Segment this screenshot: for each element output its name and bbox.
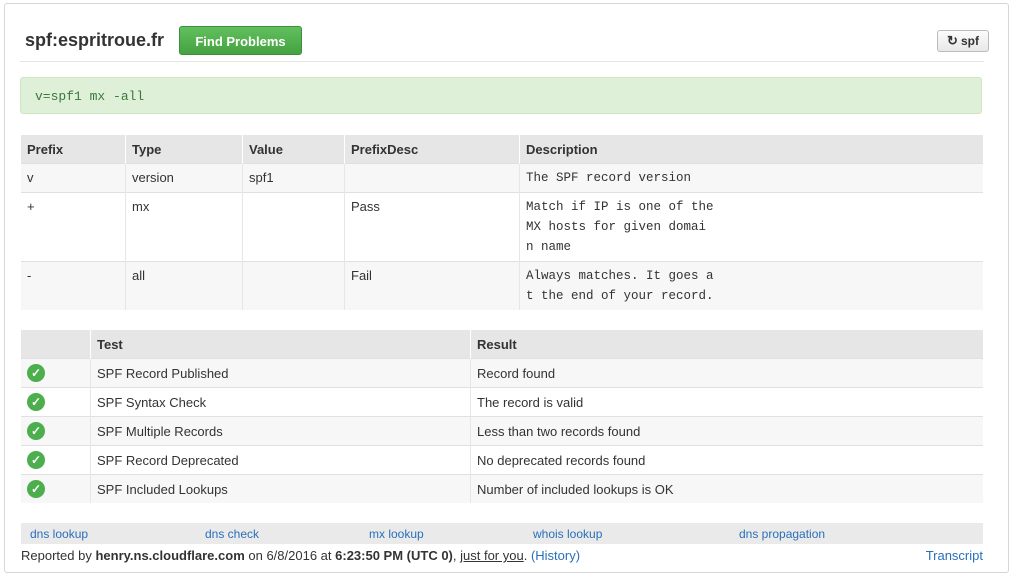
description-cell: Match if IP is one of the MX hosts for g… (519, 192, 983, 262)
divider (20, 61, 984, 62)
description-line: MX hosts for given domai (526, 220, 707, 234)
test-cell: SPF Record Published (90, 358, 471, 388)
column-header: Test (90, 330, 471, 359)
test-cell: SPF Record Deprecated (90, 445, 471, 475)
prefix-cell: + (21, 192, 126, 262)
type-cell: mx (125, 192, 243, 262)
report-date-text: on 6/8/2016 at (248, 548, 332, 563)
column-header: Description (519, 135, 983, 164)
value-cell: spf1 (242, 163, 345, 193)
status-cell: ✓ (21, 387, 91, 417)
table-row: - all Fail Always matches. It goes a t t… (21, 261, 983, 310)
test-cell: SPF Multiple Records (90, 416, 471, 446)
column-header: Result (470, 330, 983, 359)
table-row: + mx Pass Match if IP is one of the MX h… (21, 192, 983, 262)
spf-record-box: v=spf1 mx -all (20, 77, 982, 114)
description-cell: Always matches. It goes a t the end of y… (519, 261, 983, 310)
table-row: ✓ SPF Included Lookups Number of include… (21, 474, 983, 503)
table-row: ✓ SPF Multiple Records Less than two rec… (21, 416, 983, 446)
column-header: PrefixDesc (344, 135, 520, 164)
value-cell (242, 261, 345, 310)
history-link[interactable]: (History) (531, 548, 580, 563)
reported-by-text: Reported by (21, 548, 92, 563)
whois-lookup-link[interactable]: whois lookup (533, 527, 602, 541)
spf-refresh-button[interactable]: ↻ spf (937, 30, 989, 52)
check-icon: ✓ (27, 422, 45, 440)
test-cell: SPF Included Lookups (90, 474, 471, 503)
check-icon: ✓ (27, 451, 45, 469)
spf-button-label: spf (960, 34, 979, 48)
page-title: spf:espritroue.fr (25, 30, 165, 50)
just-for-you-link[interactable]: just for you (460, 548, 524, 563)
dns-check-link[interactable]: dns check (205, 527, 259, 541)
description-line: Always matches. It goes a (526, 269, 714, 283)
column-header: Type (125, 135, 243, 164)
table-row: ✓ SPF Record Deprecated No deprecated re… (21, 445, 983, 475)
description-cell: The SPF record version (519, 163, 983, 193)
test-cell: SPF Syntax Check (90, 387, 471, 417)
type-cell: version (125, 163, 243, 193)
status-cell: ✓ (21, 416, 91, 446)
reporting-host: henry.ns.cloudflare.com (95, 548, 245, 563)
test-results-table: Test Result ✓ SPF Record Published Recor… (21, 330, 983, 503)
value-cell (242, 192, 345, 262)
tool-links-bar: dns lookup dns check mx lookup whois loo… (21, 523, 983, 544)
dns-propagation-link[interactable]: dns propagation (739, 527, 825, 541)
column-header (21, 330, 91, 359)
status-cell: ✓ (21, 474, 91, 503)
check-icon: ✓ (27, 480, 45, 498)
report-footer: Reported by henry.ns.cloudflare.com on 6… (21, 548, 983, 563)
prefix-cell: - (21, 261, 126, 310)
column-header: Value (242, 135, 345, 164)
table-header-row: Prefix Type Value PrefixDesc Description (21, 135, 983, 164)
report-time: 6:23:50 PM (UTC 0) (335, 548, 453, 563)
result-cell: Number of included lookups is OK (470, 474, 983, 503)
prefixdesc-cell: Pass (344, 192, 520, 262)
result-cell: Less than two records found (470, 416, 983, 446)
prefix-cell: v (21, 163, 126, 193)
check-icon: ✓ (27, 364, 45, 382)
check-icon: ✓ (27, 393, 45, 411)
prefixdesc-cell (344, 163, 520, 193)
column-header: Prefix (21, 135, 126, 164)
table-row: v version spf1 The SPF record version (21, 163, 983, 193)
description-line: The SPF record version (526, 171, 692, 185)
result-cell: Record found (470, 358, 983, 388)
description-line: t the end of your record. (526, 289, 714, 303)
status-cell: ✓ (21, 358, 91, 388)
refresh-icon: ↻ (947, 33, 958, 48)
mx-lookup-link[interactable]: mx lookup (369, 527, 424, 541)
find-problems-button[interactable]: Find Problems (179, 26, 302, 55)
spf-breakdown-table: Prefix Type Value PrefixDesc Description… (21, 135, 983, 310)
transcript-link[interactable]: Transcript (926, 548, 983, 563)
table-row: ✓ SPF Record Published Record found (21, 358, 983, 388)
table-header-row: Test Result (21, 330, 983, 359)
result-cell: No deprecated records found (470, 445, 983, 475)
header: spf:espritroue.fr Find Problems ↻ spf (25, 26, 989, 66)
type-cell: all (125, 261, 243, 310)
result-cell: The record is valid (470, 387, 983, 417)
description-line: Match if IP is one of the (526, 200, 714, 214)
prefixdesc-cell: Fail (344, 261, 520, 310)
dns-lookup-link[interactable]: dns lookup (30, 527, 88, 541)
description-line: n name (526, 240, 572, 254)
status-cell: ✓ (21, 445, 91, 475)
table-row: ✓ SPF Syntax Check The record is valid (21, 387, 983, 417)
